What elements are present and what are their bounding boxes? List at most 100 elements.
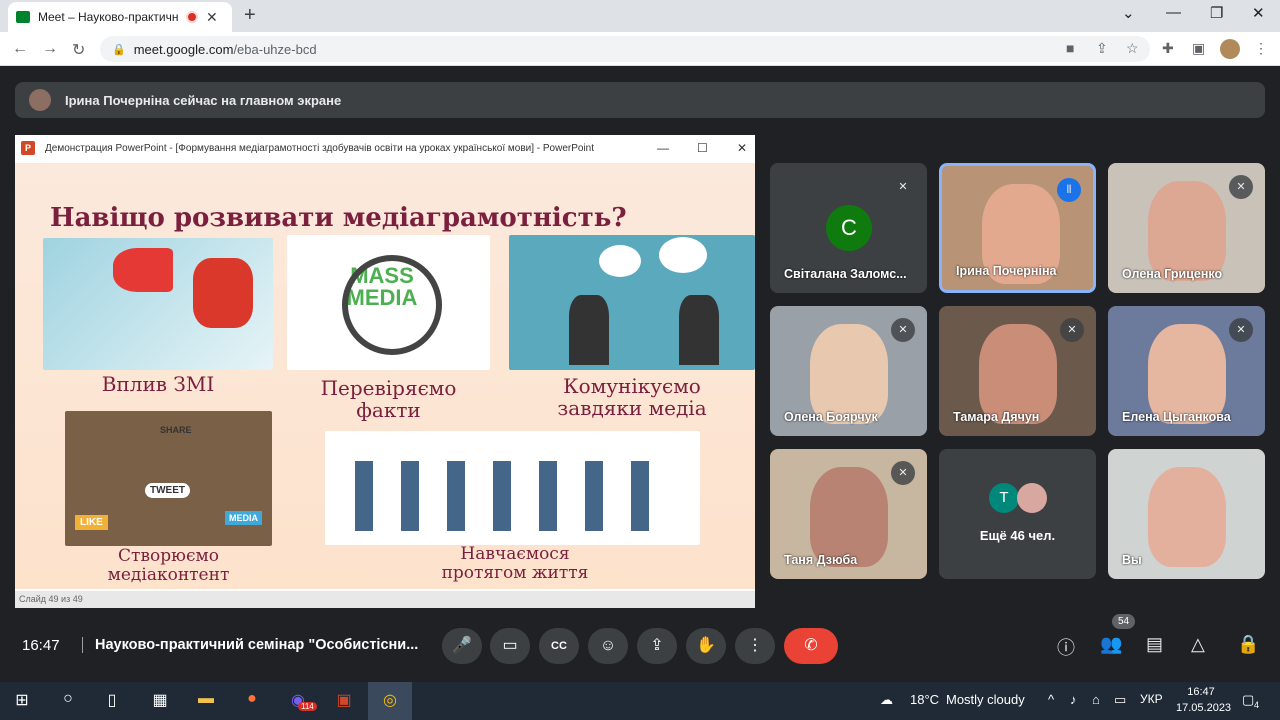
recording-icon <box>186 11 198 23</box>
tweet-text: TWEET <box>145 483 190 498</box>
info-icon[interactable]: ⓘ <box>1057 634 1075 660</box>
ppt-titlebar: P Демонстрация PowerPoint - [Формування … <box>15 135 755 161</box>
mic-off-icon: ✕ <box>891 461 915 485</box>
windows-start-icon[interactable]: ⊞ <box>10 690 34 712</box>
camera-icon[interactable]: ■ <box>1066 40 1074 56</box>
back-icon[interactable]: ← <box>12 40 28 58</box>
presenter-avatar <box>29 89 51 111</box>
more-participants-label: Ещё 46 чел. <box>979 528 1056 543</box>
forward-icon[interactable]: → <box>42 40 58 58</box>
slide: Навіщо розвивати медіаграмотність? MASS … <box>15 163 755 589</box>
powerpoint-taskbar-icon[interactable]: ▣ <box>332 690 356 712</box>
activities-icon[interactable]: △ <box>1191 634 1205 655</box>
notification-badge: 4 <box>1254 700 1260 710</box>
ppt-minimize-icon: — <box>657 141 669 155</box>
clock-date[interactable]: 17.05.2023 <box>1176 702 1231 714</box>
chat-icon[interactable]: ▤ <box>1146 634 1163 655</box>
participant-tile[interactable]: ✕ Олена Боярчук <box>770 306 927 436</box>
more-options-button[interactable]: ⋮ <box>735 628 775 664</box>
tab-search-icon[interactable]: ⌄ <box>1122 4 1135 22</box>
participant-name: Вы <box>1122 553 1142 567</box>
store-icon[interactable]: ▦ <box>148 690 172 712</box>
url-host: meet.google.com <box>133 41 234 57</box>
participant-tile[interactable]: ✕ Елена Цыганкова <box>1108 306 1265 436</box>
star-icon[interactable]: ☆ <box>1126 40 1139 57</box>
task-view-icon[interactable]: ▯ <box>100 690 124 712</box>
tray-chevron-icon[interactable]: ^ <box>1048 692 1054 707</box>
profile-avatar[interactable] <box>1220 39 1240 59</box>
close-window-button[interactable]: ✕ <box>1252 4 1265 22</box>
participant-name: Ірина Почерніна <box>956 264 1057 278</box>
ppt-window-title: Демонстрация PowerPoint - [Формування ме… <box>45 142 595 154</box>
participant-tile[interactable]: ✕ Таня Дзюба <box>770 449 927 579</box>
participant-tile[interactable]: ✕ Олена Гриценко <box>1108 163 1265 293</box>
meeting-controls: 16:47 Науково-практичний семінар "Особис… <box>0 614 1280 670</box>
self-tile[interactable]: Вы <box>1108 449 1265 579</box>
weather-text[interactable]: Mostly cloudy <box>946 692 1025 707</box>
mic-off-icon: ✕ <box>891 318 915 342</box>
network-icon[interactable]: ⌂ <box>1092 692 1100 707</box>
powerpoint-icon: P <box>21 141 35 155</box>
participant-tile[interactable]: ⦀ Ірина Почерніна <box>939 163 1096 293</box>
host-controls-icon[interactable]: 🔒 <box>1237 634 1259 655</box>
share-icon[interactable]: ⇪ <box>1096 40 1108 57</box>
participant-avatar: C <box>826 205 872 251</box>
meeting-time: 16:47 <box>22 637 60 654</box>
mic-button[interactable]: 🎤 <box>442 628 482 664</box>
weather-icon: ☁ <box>880 692 893 707</box>
address-bar: ← → ↻ 🔒 meet.google.com/eba-uhze-bcd ■ ⇪… <box>0 32 1280 66</box>
participant-name: Олена Боярчук <box>784 410 878 424</box>
banner-text: Ірина Почерніна сейчас на главном экране <box>65 92 342 108</box>
meet-icon <box>16 11 30 23</box>
url-field[interactable]: 🔒 meet.google.com/eba-uhze-bcd <box>100 36 1150 62</box>
caption-lifelong: Навчаємося протягом життя <box>441 544 589 583</box>
chrome-icon[interactable]: ◎ <box>368 682 412 720</box>
mass-media-image: MASS MEDIA <box>287 235 490 370</box>
participant-name: Таня Дзюба <box>784 553 858 567</box>
search-icon[interactable]: ○ <box>56 690 80 712</box>
close-tab-icon[interactable]: ✕ <box>206 9 218 26</box>
participant-video <box>1148 324 1226 424</box>
new-tab-button[interactable]: + <box>244 4 256 27</box>
mic-off-icon: ✕ <box>891 175 915 199</box>
media-influence-image <box>43 238 273 370</box>
more-participants-tile[interactable]: T Ещё 46 чел. <box>939 449 1096 579</box>
language-indicator[interactable]: УКР <box>1140 692 1163 706</box>
participant-video <box>810 467 888 567</box>
captions-button[interactable]: CC <box>539 628 579 664</box>
volume-icon[interactable]: ♪ <box>1070 692 1077 707</box>
maximize-button[interactable]: ❐ <box>1210 4 1223 22</box>
file-explorer-icon[interactable]: ▬ <box>194 690 218 712</box>
notification-icon[interactable]: ▢ <box>1242 692 1254 708</box>
battery-icon[interactable]: ▭ <box>1114 692 1126 708</box>
presentation-area: P Демонстрация PowerPoint - [Формування … <box>15 135 755 608</box>
browser-tab[interactable]: Meet – Науково-практичний ✕ <box>8 2 232 32</box>
minimize-button[interactable]: — <box>1166 4 1181 21</box>
participant-video <box>979 324 1057 424</box>
firefox-icon[interactable]: ● <box>240 690 264 712</box>
caption-create-content: Створюємо медіаконтент <box>107 546 230 585</box>
camera-button[interactable]: ▭ <box>490 628 530 664</box>
people-icon[interactable]: 👥 <box>1100 634 1122 655</box>
participant-avatar-photo <box>1017 483 1047 513</box>
emoji-button[interactable]: ☺ <box>588 628 628 664</box>
end-call-button[interactable]: ✆ <box>784 628 838 664</box>
caption-media-influence: Вплив ЗМІ <box>101 372 215 396</box>
weather-temp[interactable]: 18°C <box>910 692 939 707</box>
mic-off-icon: ✕ <box>1229 175 1253 199</box>
extensions-icon[interactable]: ✚ <box>1162 40 1174 57</box>
presenting-banner: Ірина Почерніна сейчас на главном экране <box>15 82 1265 118</box>
participant-name: Олена Гриценко <box>1122 267 1223 281</box>
present-button[interactable]: ⇪ <box>637 628 677 664</box>
slide-title: Навіщо розвивати медіаграмотність? <box>50 203 627 233</box>
participant-tile[interactable]: ✕ Тамара Дячун <box>939 306 1096 436</box>
reload-icon[interactable]: ↻ <box>72 40 85 60</box>
participant-video <box>1148 181 1226 281</box>
like-text: LIKE <box>75 515 108 530</box>
side-panel-icon[interactable]: ▣ <box>1192 40 1205 57</box>
taskbar: ⊞ ○ ▯ ▦ ▬ ● ◉ 114 ▣ ◎ ☁ 18°C Mostly clou… <box>0 682 1280 720</box>
clock-time[interactable]: 16:47 <box>1176 686 1226 698</box>
raise-hand-button[interactable]: ✋ <box>686 628 726 664</box>
participant-tile[interactable]: ✕ C Світалана Заломс... <box>770 163 927 293</box>
menu-icon[interactable]: ⋮ <box>1254 40 1268 57</box>
